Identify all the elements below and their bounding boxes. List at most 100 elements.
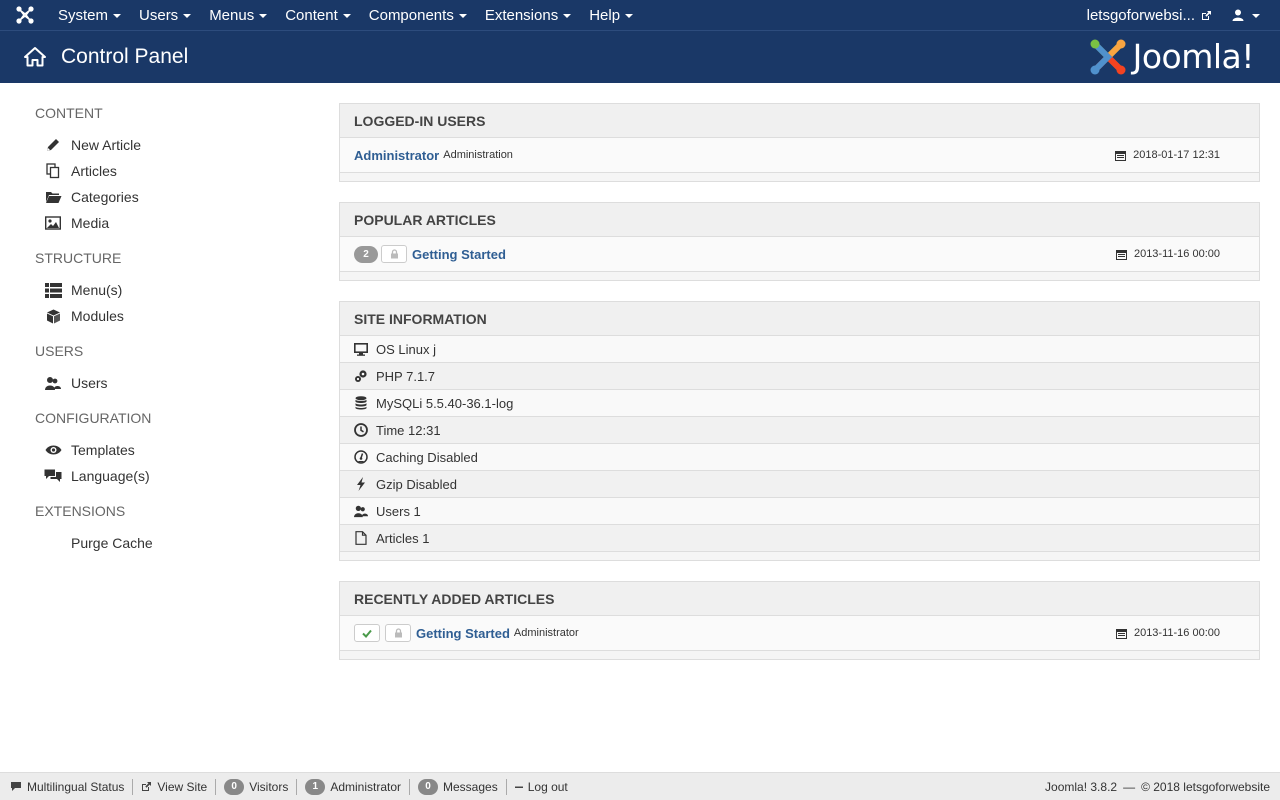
database-icon: [354, 396, 368, 410]
sidebar-item-label: Templates: [71, 442, 135, 458]
site-info-text: Time 12:31: [376, 422, 441, 438]
page-title: Control Panel: [61, 45, 189, 68]
menu-users[interactable]: Users: [131, 0, 201, 30]
site-info-row: MySQLi 5.5.40-36.1-log: [340, 390, 1259, 417]
sidebar-group: STRUCTURE Menu(s) Modules: [35, 250, 295, 329]
external-link-icon: [141, 781, 152, 792]
menu-content[interactable]: Content: [277, 0, 361, 30]
visitors-status: 0 Visitors: [216, 778, 298, 795]
joomla-logo-icon[interactable]: [0, 0, 50, 30]
comment-icon: [10, 781, 22, 792]
visitors-label: Visitors: [249, 779, 289, 794]
recently-added-articles-panel: RECENTLY ADDED ARTICLES Getting Started …: [339, 581, 1260, 660]
site-info-text: Gzip Disabled: [376, 476, 457, 492]
menu-label: Content: [285, 6, 338, 24]
minus-icon: [514, 783, 523, 791]
view-site-link[interactable]: letsgoforwebsi...: [1073, 7, 1226, 24]
panel-heading: LOGGED-IN USERS: [340, 104, 1259, 138]
version-text: Joomla! 3.8.2: [1045, 779, 1118, 794]
sidebar-heading: CONTENT: [35, 105, 103, 121]
chevron-down-icon: [625, 14, 634, 18]
logout-link[interactable]: Log out: [507, 779, 576, 795]
popular-articles-panel: POPULAR ARTICLES 2 Getting Started 2013-…: [339, 202, 1260, 281]
multilingual-label: Multilingual Status: [27, 779, 125, 794]
sidebar-item-label: New Article: [71, 137, 142, 153]
sidebar-item-label: Modules: [71, 308, 124, 324]
sidebar-heading: USERS: [35, 343, 84, 359]
published-toggle-button[interactable]: [354, 624, 380, 642]
site-info-row: Users 1: [340, 498, 1259, 525]
lock-button[interactable]: [385, 624, 411, 642]
blank-icon: [43, 535, 63, 551]
sidebar-group: EXTENSIONS Purge Cache: [35, 503, 295, 556]
calendar-icon: [1115, 150, 1127, 161]
sidebar-item-categories[interactable]: Categories: [35, 184, 295, 210]
sidebar-item-templates[interactable]: Templates: [35, 437, 295, 463]
sidebar-item-articles[interactable]: Articles: [35, 158, 295, 184]
site-info-row: OS Linux j: [340, 336, 1259, 363]
file-icon: [354, 531, 368, 545]
article-author: Administrator: [513, 627, 579, 639]
chevron-down-icon: [342, 14, 351, 18]
top-navbar: System Users Menus Content Components Extensi…: [0, 0, 1280, 30]
visitors-count-badge: 0: [224, 778, 245, 795]
site-info-row: Gzip Disabled: [340, 471, 1259, 498]
sidebar-item-modules[interactable]: Modules: [35, 303, 295, 329]
article-link[interactable]: Getting Started: [412, 247, 506, 262]
sidebar-item-label: Categories: [71, 189, 139, 205]
sidebar-heading: STRUCTURE: [35, 250, 122, 266]
login-date: 2018-01-17 12:31: [1115, 149, 1220, 161]
article-link[interactable]: Getting Started: [416, 626, 510, 641]
users-icon: [354, 504, 368, 518]
multilingual-status-link[interactable]: Multilingual Status: [0, 778, 134, 795]
sidebar-item-new-article[interactable]: New Article: [35, 132, 295, 158]
sidebar-item-media[interactable]: Media: [35, 210, 295, 236]
article-date: 2013-11-16 00:00: [1115, 627, 1220, 639]
sidebar-item-label: Users: [71, 375, 108, 391]
menu-label: Menus: [209, 6, 255, 24]
chevron-down-icon: [113, 14, 122, 18]
sidebar-item-purge-cache[interactable]: Purge Cache: [35, 530, 295, 556]
page-header: Control Panel Joomla!: [0, 30, 1280, 83]
panel-heading: SITE INFORMATION: [340, 302, 1259, 336]
user-icon: [1232, 9, 1244, 21]
sidebar-item-label: Media: [71, 215, 110, 231]
image-icon: [43, 215, 63, 231]
site-info-text: Articles 1: [376, 530, 430, 546]
user-link[interactable]: Administrator: [354, 148, 439, 163]
lock-button[interactable]: [381, 245, 407, 263]
cube-icon: [43, 308, 63, 324]
menu-help[interactable]: Help: [581, 0, 643, 30]
site-info-text: MySQLi 5.5.40-36.1-log: [376, 395, 514, 411]
user-location: Administration: [443, 149, 513, 161]
sidebar-item-users[interactable]: Users: [35, 370, 295, 396]
messages-status-link[interactable]: 0 Messages: [410, 778, 507, 795]
menu-menus[interactable]: Menus: [201, 0, 277, 30]
comments-icon: [43, 468, 63, 484]
menu-components[interactable]: Components: [361, 0, 477, 30]
site-info-row: Articles 1: [340, 525, 1259, 552]
lock-icon: [394, 628, 402, 638]
menu-label: Extensions: [484, 6, 559, 24]
panel-heading: POPULAR ARTICLES: [340, 203, 1259, 237]
cogs-icon: [354, 369, 368, 383]
chevron-down-icon: [259, 14, 268, 18]
view-site-status-link[interactable]: View Site: [133, 778, 217, 795]
hits-badge: 2: [354, 245, 378, 263]
site-info-text: OS Linux j: [376, 341, 436, 357]
admin-count-badge: 1: [305, 778, 326, 795]
sidebar-group: CONFIGURATION Templates Language(s): [35, 410, 295, 489]
calendar-icon: [1115, 628, 1127, 639]
menu-extensions[interactable]: Extensions: [477, 0, 581, 30]
monitor-icon: [354, 342, 368, 356]
user-menu-toggle[interactable]: [1226, 9, 1280, 21]
dash-separator: —: [1123, 779, 1136, 794]
users-icon: [43, 375, 63, 391]
menu-label: System: [58, 6, 109, 24]
site-info-text: Users 1: [376, 503, 421, 519]
menu-system[interactable]: System: [50, 0, 131, 30]
site-information-panel: SITE INFORMATION OS Linux j PHP 7.1.7 MySQ…: [339, 301, 1260, 561]
copy-icon: [43, 163, 63, 179]
sidebar-item-language-s[interactable]: Language(s): [35, 463, 295, 489]
sidebar-item-menu-s[interactable]: Menu(s): [35, 277, 295, 303]
